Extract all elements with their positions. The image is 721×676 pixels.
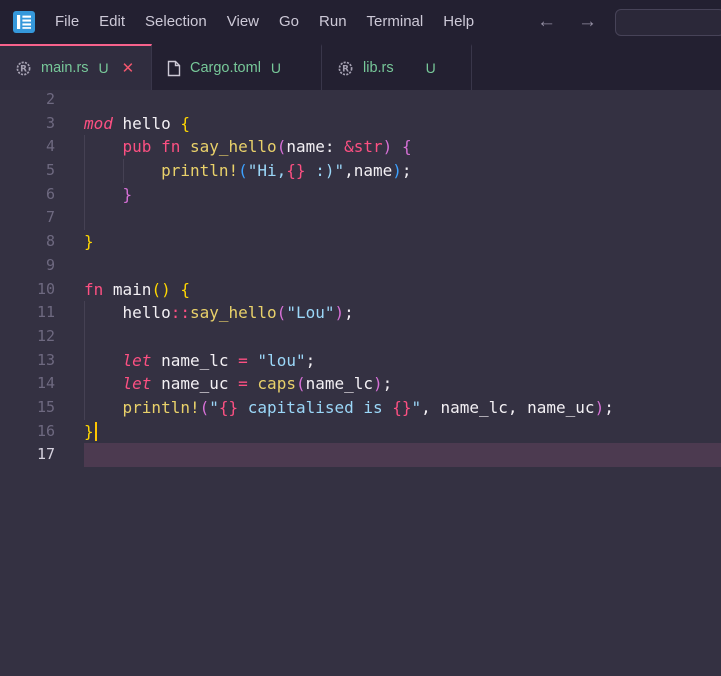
- line-number[interactable]: 15: [0, 396, 55, 420]
- git-status-badge: U: [426, 60, 436, 76]
- git-status-badge: U: [99, 60, 109, 76]
- code-text: }: [84, 420, 721, 444]
- line-number[interactable]: 3: [0, 112, 55, 136]
- editor[interactable]: 23mod hello {4 pub fn say_hello(name: &s…: [0, 90, 721, 676]
- code-text: println!("Hi,{} :)",name);: [84, 159, 721, 183]
- tab-main-rs[interactable]: Rmain.rs U ✕: [0, 44, 152, 90]
- code-line-16[interactable]: 16}: [0, 420, 721, 444]
- code-text: hello::say_hello("Lou");: [84, 301, 721, 325]
- code-line-13[interactable]: 13 let name_lc = "lou";: [0, 349, 721, 373]
- menu-selection[interactable]: Selection: [135, 0, 217, 44]
- line-number[interactable]: 9: [0, 254, 55, 278]
- menu-go[interactable]: Go: [269, 0, 309, 44]
- line-number[interactable]: 7: [0, 206, 55, 230]
- code-line-11[interactable]: 11 hello::say_hello("Lou");: [0, 301, 721, 325]
- code-line-2[interactable]: 2: [0, 90, 721, 112]
- code-text: [84, 254, 721, 278]
- code-text: pub fn say_hello(name: &str) {: [84, 135, 721, 159]
- menu-bar: FileEditSelectionViewGoRunTerminalHelp: [45, 0, 484, 44]
- line-number[interactable]: 4: [0, 135, 55, 159]
- code-line-8[interactable]: 8}: [0, 230, 721, 254]
- code-text: mod hello {: [84, 112, 721, 136]
- rust-file-icon: R: [15, 60, 32, 77]
- code-line-10[interactable]: 10 fn main() {: [0, 278, 721, 302]
- line-number[interactable]: 16: [0, 420, 55, 444]
- svg-text:R: R: [342, 64, 349, 74]
- line-number[interactable]: 8: [0, 230, 55, 254]
- current-line-highlight: [84, 443, 721, 467]
- close-icon[interactable]: ✕: [122, 61, 135, 76]
- vscode-logo-icon: [13, 11, 35, 33]
- indent-guide: [84, 325, 85, 349]
- code-line-6[interactable]: 6 }: [0, 183, 721, 207]
- forward-arrow-icon[interactable]: →: [578, 0, 597, 44]
- text-cursor: [95, 422, 97, 441]
- code-text: println!("{} capitalised is {}", name_lc…: [84, 396, 721, 420]
- file-icon: [167, 60, 181, 77]
- code-line-15[interactable]: 15 println!("{} capitalised is {}", name…: [0, 396, 721, 420]
- code-line-17[interactable]: 17: [0, 443, 721, 467]
- menu-run[interactable]: Run: [309, 0, 357, 44]
- code-text: let name_uc = caps(name_lc);: [84, 372, 721, 396]
- code-text: [84, 90, 721, 112]
- line-number[interactable]: 13: [0, 349, 55, 373]
- code-text: let name_lc = "lou";: [84, 349, 721, 373]
- code-text: }: [84, 183, 721, 207]
- line-number[interactable]: 11: [0, 301, 55, 325]
- code-line-4[interactable]: 4 pub fn say_hello(name: &str) {: [0, 135, 721, 159]
- title-bar: FileEditSelectionViewGoRunTerminalHelp ←…: [0, 0, 721, 44]
- code-line-12[interactable]: 12: [0, 325, 721, 349]
- code-text: }: [84, 230, 721, 254]
- menu-view[interactable]: View: [217, 0, 269, 44]
- code-line-3[interactable]: 3 mod hello {: [0, 112, 721, 136]
- tab-label: Cargo.toml: [190, 60, 261, 76]
- tab-label: lib.rs: [363, 60, 394, 76]
- menu-file[interactable]: File: [45, 0, 89, 44]
- menu-edit[interactable]: Edit: [89, 0, 135, 44]
- menu-terminal[interactable]: Terminal: [357, 0, 434, 44]
- code-line-14[interactable]: 14 let name_uc = caps(name_lc);: [0, 372, 721, 396]
- back-arrow-icon[interactable]: ←: [537, 0, 556, 44]
- tab-label: main.rs: [41, 60, 89, 76]
- tab-bar: Rmain.rs U ✕ Cargo.toml U Rlib.rs U: [0, 44, 721, 90]
- code-text: [84, 325, 721, 349]
- line-number[interactable]: 17: [0, 443, 55, 467]
- history-nav: ← →: [537, 0, 597, 44]
- svg-text:R: R: [20, 64, 27, 74]
- code-line-9[interactable]: 9: [0, 254, 721, 278]
- line-number[interactable]: 12: [0, 325, 55, 349]
- line-number[interactable]: 10: [0, 278, 55, 302]
- tab-cargo-toml[interactable]: Cargo.toml U: [152, 44, 322, 90]
- git-status-badge: U: [271, 60, 281, 76]
- menu-help[interactable]: Help: [433, 0, 484, 44]
- code-text: [84, 206, 721, 230]
- tab-lib-rs[interactable]: Rlib.rs U: [322, 44, 472, 90]
- line-number[interactable]: 5: [0, 159, 55, 183]
- line-number[interactable]: 6: [0, 183, 55, 207]
- code-area: 23mod hello {4 pub fn say_hello(name: &s…: [0, 90, 721, 467]
- indent-guide: [84, 206, 85, 230]
- code-text: [84, 443, 721, 467]
- line-number[interactable]: 2: [0, 90, 55, 112]
- line-number[interactable]: 14: [0, 372, 55, 396]
- code-line-5[interactable]: 5 println!("Hi,{} :)",name);: [0, 159, 721, 183]
- code-line-7[interactable]: 7: [0, 206, 721, 230]
- rust-file-icon: R: [337, 60, 354, 77]
- code-text: fn main() {: [84, 278, 721, 302]
- search-input[interactable]: [615, 9, 721, 36]
